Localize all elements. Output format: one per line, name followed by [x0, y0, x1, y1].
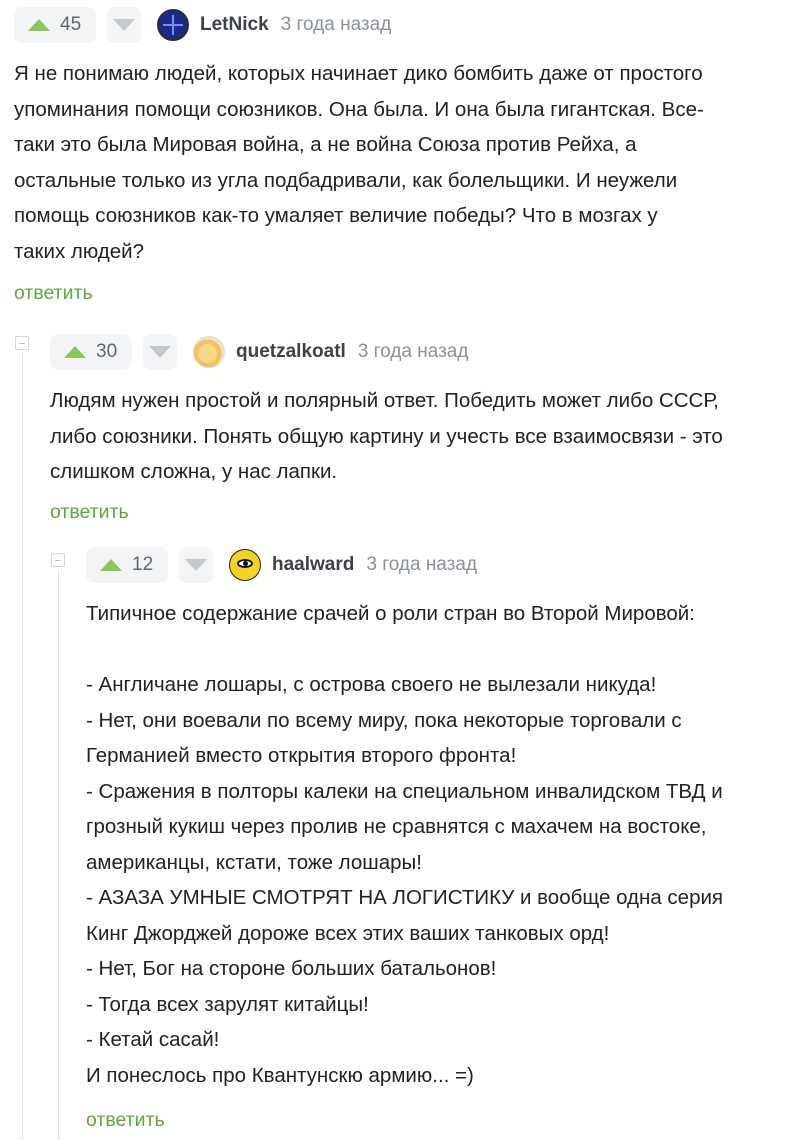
author-name[interactable]: LetNick — [200, 14, 269, 36]
reply-link[interactable]: ответить — [86, 1109, 165, 1132]
author-name[interactable]: quetzalkoatl — [236, 341, 346, 363]
orange-avatar-icon[interactable] — [193, 336, 225, 368]
upvote-button[interactable]: 45 — [14, 7, 96, 43]
eye-avatar-icon[interactable] — [229, 549, 261, 581]
comment-time[interactable]: 3 года назад — [366, 554, 477, 576]
thread-line[interactable] — [58, 570, 59, 1140]
downvote-button[interactable] — [179, 547, 213, 583]
vote-count: 45 — [60, 14, 82, 35]
reply-link[interactable]: ответить — [50, 501, 129, 524]
comment-header: 45 LetNick 3 года назад — [14, 7, 391, 43]
thread-line[interactable] — [22, 353, 23, 1140]
globe-avatar-icon[interactable] — [157, 9, 189, 41]
comment-text: Типичное содержание срачей о роли стран … — [86, 602, 724, 1087]
collapse-toggle[interactable] — [51, 553, 65, 567]
vote-count: 30 — [96, 341, 118, 362]
upvote-button[interactable]: 12 — [86, 547, 168, 583]
comment-text: Людям нужен простой и полярный ответ. По… — [50, 389, 723, 483]
upvote-button[interactable]: 30 — [50, 334, 132, 370]
collapse-toggle[interactable] — [15, 336, 29, 350]
vote-count: 12 — [132, 554, 154, 575]
arrow-up-icon — [28, 19, 50, 31]
arrow-down-icon — [149, 346, 171, 358]
comment-time[interactable]: 3 года назад — [281, 14, 392, 36]
arrow-down-icon — [113, 19, 135, 31]
comment-text: Я не понимаю людей, которых начинает дик… — [14, 62, 704, 263]
arrow-up-icon — [100, 559, 122, 571]
comment-header: 30 quetzalkoatl 3 года назад — [50, 334, 468, 370]
downvote-button[interactable] — [107, 7, 141, 43]
comment-time[interactable]: 3 года назад — [358, 341, 469, 363]
reply-link[interactable]: ответить — [14, 282, 93, 305]
arrow-up-icon — [64, 346, 86, 358]
arrow-down-icon — [185, 559, 207, 571]
author-name[interactable]: haalward — [272, 554, 354, 576]
downvote-button[interactable] — [143, 334, 177, 370]
comment-header: 12 haalward 3 года назад — [86, 547, 477, 583]
